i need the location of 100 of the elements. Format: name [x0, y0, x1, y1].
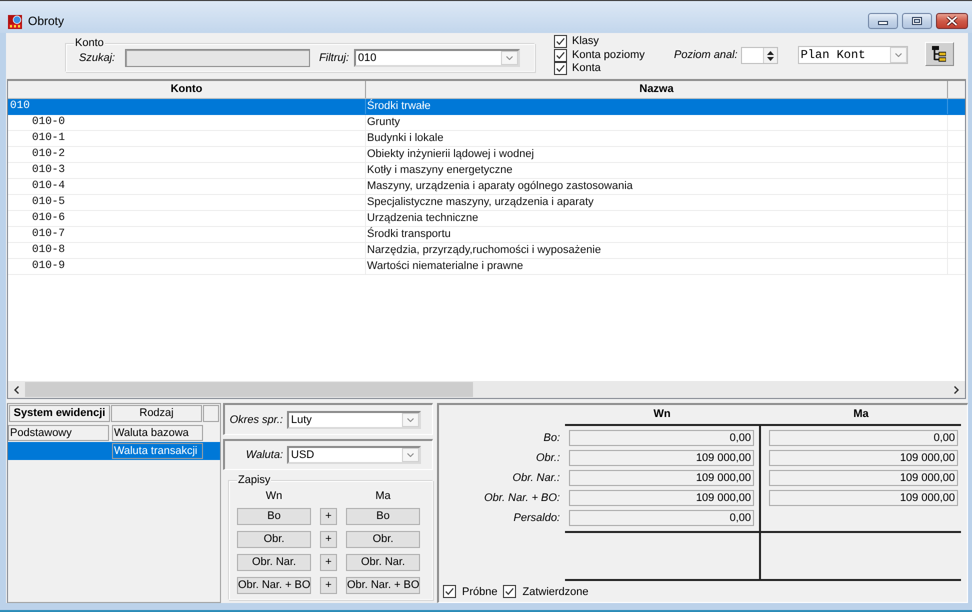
name-cell: Kotły i maszyny energetyczne: [366, 163, 948, 178]
dropdown-button[interactable]: [890, 47, 907, 63]
tree-row[interactable]: 010-8 Narzędzia, przyrządy,ruchomości i wyposażenie: [8, 243, 965, 259]
amount-label: Obr. Nar. + BO:: [484, 491, 560, 506]
amount-field: 109 000,00: [769, 450, 958, 466]
scrollbar-thumb[interactable]: [25, 382, 473, 397]
dropdown-button[interactable]: [501, 50, 518, 64]
window-title: Obroty: [28, 14, 64, 29]
entry-button[interactable]: Bo: [237, 508, 311, 525]
dropdown-button[interactable]: [402, 412, 419, 426]
tree-row[interactable]: 010-3 Kotły i maszyny energetyczne: [8, 163, 965, 179]
column-header: Ma: [852, 407, 870, 422]
checkbox[interactable]: [554, 62, 567, 76]
account-cell: 010-1: [8, 131, 366, 146]
amount-field: 109 000,00: [569, 490, 754, 506]
name-cell: Budynki i lokale: [366, 131, 948, 146]
column-header[interactable]: Rodzaj: [111, 405, 202, 422]
checkbox[interactable]: [554, 48, 567, 62]
entry-button[interactable]: Obr.: [237, 531, 311, 548]
checkbox-label: Konta poziomy: [572, 48, 645, 62]
column-header[interactable]: Nazwa: [366, 81, 948, 98]
plus-button[interactable]: +: [320, 508, 337, 525]
currency-type-cell: Waluta bazowa: [112, 424, 203, 440]
currency-label: Waluta:: [244, 448, 283, 462]
checkbox[interactable]: [443, 585, 456, 598]
dropdown-button[interactable]: [402, 448, 419, 462]
account-cell: 010-9: [8, 259, 366, 274]
horizontal-scrollbar[interactable]: [8, 381, 965, 398]
analysis-level-spinbox[interactable]: [740, 47, 778, 64]
checkbox[interactable]: [503, 585, 516, 598]
minimize-button[interactable]: [868, 13, 898, 29]
account-cell: 010-5: [8, 195, 366, 210]
account-cell: 010-6: [8, 211, 366, 226]
record-row[interactable]: Waluta transakcji: [8, 442, 220, 460]
entry-button[interactable]: Obr. Nar.: [346, 554, 420, 571]
entry-button[interactable]: Obr. Nar. + BO: [346, 577, 420, 594]
plus-button[interactable]: +: [320, 531, 337, 548]
checkbox[interactable]: [554, 35, 567, 48]
system-cell: Podstawowy: [8, 424, 109, 440]
checkbox-label: Konta: [572, 62, 601, 76]
account-cell: 010-4: [8, 179, 366, 194]
period-combo[interactable]: Luty: [287, 410, 421, 428]
column-header[interactable]: Konto: [8, 81, 366, 98]
name-cell: Środki trwałe: [366, 99, 948, 114]
account-cell: 010-0: [8, 115, 366, 130]
entry-button[interactable]: Obr. Nar.: [237, 554, 311, 571]
tree-row[interactable]: 010-9 Wartości niematerialne i prawne: [8, 259, 965, 275]
checkbox-label: Klasy: [572, 35, 599, 48]
record-row[interactable]: Podstawowy Waluta bazowa: [8, 424, 220, 441]
name-cell: Obiekty inżynierii lądowej i wodnej: [366, 147, 948, 162]
chevron-right-icon: [954, 386, 959, 394]
search-label: Szukaj:: [79, 50, 116, 64]
chevron-down-icon: [506, 56, 514, 60]
maximize-button[interactable]: [902, 13, 932, 29]
maximize-icon: [912, 17, 922, 25]
up-down-arrows-icon: [766, 50, 774, 60]
name-cell: Narzędzia, przyrządy,ruchomości i wyposażenie: [366, 243, 948, 258]
tree-row[interactable]: 010-7 Środki transportu: [8, 227, 965, 243]
column-header: Wn: [652, 407, 672, 422]
tree-row[interactable]: 010-6 Urządzenia techniczne: [8, 211, 965, 227]
tree-row[interactable]: 010-2 Obiekty inżynierii lądowej i wodnej: [8, 147, 965, 163]
plus-button[interactable]: +: [320, 577, 337, 594]
amount-field: 0,00: [569, 430, 754, 446]
name-cell: Maszyny, urządzenia i aparaty ogólnego zastosowania: [366, 179, 948, 194]
tree-row[interactable]: 010-4 Maszyny, urządzenia i aparaty ogólnego zastosowania: [8, 179, 965, 195]
amount-field: 109 000,00: [569, 450, 754, 466]
column-header[interactable]: System ewidencji: [9, 405, 110, 422]
name-cell: Specjalistyczne maszyny, urządzenia i aparaty: [366, 195, 948, 210]
currency-type-cell: Waluta transakcji: [112, 443, 203, 459]
checkbox-label: Próbne: [462, 586, 498, 598]
amount-label: Obr.:: [536, 451, 560, 466]
spin-button[interactable]: [762, 48, 777, 63]
account-cell: 010-7: [8, 227, 366, 242]
analysis-level-label: Poziom anal:: [674, 48, 738, 62]
amount-label: Bo:: [543, 431, 560, 446]
close-button[interactable]: [936, 13, 968, 29]
plus-button[interactable]: +: [320, 554, 337, 571]
filter-combo[interactable]: 010: [354, 48, 520, 66]
chevron-left-icon: [14, 386, 19, 394]
currency-combo[interactable]: USD: [287, 446, 421, 464]
filter-label: Filtruj:: [319, 50, 350, 64]
name-cell: Środki transportu: [366, 227, 948, 242]
tree-row[interactable]: 010-1 Budynki i lokale: [8, 131, 965, 147]
entry-button[interactable]: Obr. Nar. + BO: [237, 577, 311, 594]
chevron-down-icon: [894, 53, 902, 57]
chevron-down-icon: [407, 453, 414, 457]
entry-button[interactable]: Bo: [346, 508, 420, 525]
chart-of-accounts-combo[interactable]: Plan Kont: [798, 46, 908, 64]
tree-row[interactable]: 010-5 Specjalistyczne maszyny, urządzenia i aparaty: [8, 195, 965, 211]
amount-field: 109 000,00: [769, 490, 958, 506]
amount-field: 0,00: [769, 430, 958, 446]
column-label: Wn: [264, 489, 284, 503]
account-cell: 010: [8, 99, 366, 114]
tree-row[interactable]: 010-0 Grunty: [8, 115, 965, 131]
column-label: Ma: [374, 489, 392, 503]
tree-structure-icon: [932, 46, 946, 62]
tree-view-button[interactable]: [924, 42, 954, 66]
entry-button[interactable]: Obr.: [346, 531, 420, 548]
amount-label: Obr. Nar.:: [512, 471, 560, 486]
tree-row[interactable]: 010 Środki trwałe: [8, 99, 965, 115]
